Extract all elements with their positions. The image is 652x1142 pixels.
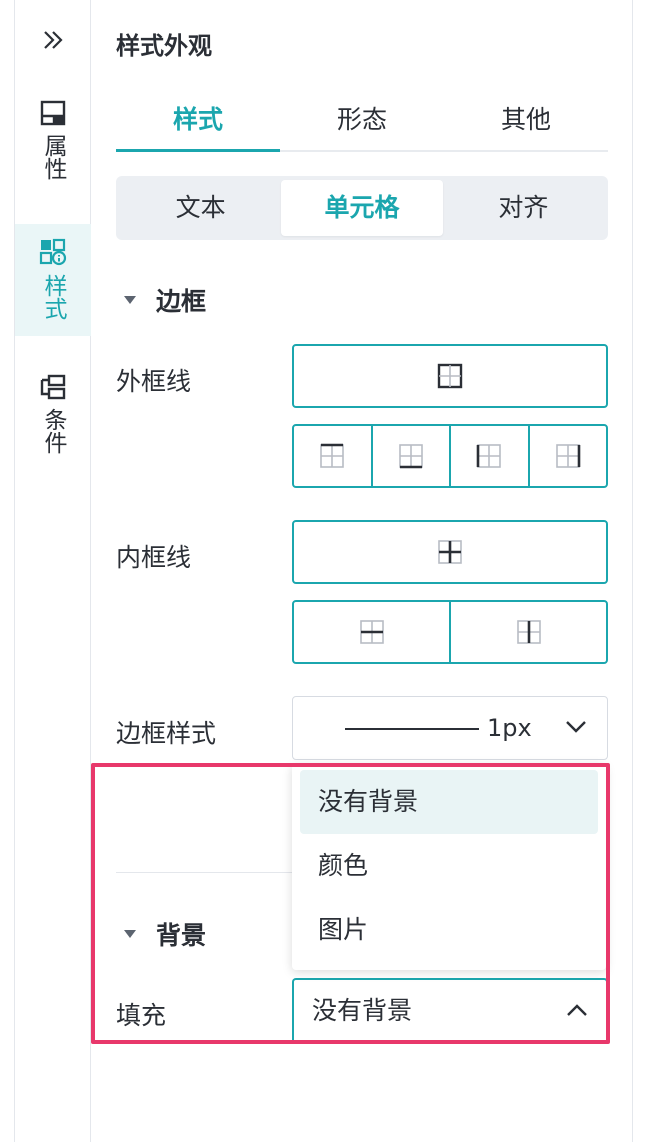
segment-text[interactable]: 文本 (120, 180, 281, 236)
caret-down-icon (124, 930, 136, 938)
border-top-icon (320, 443, 345, 468)
border-bottom-icon (398, 444, 423, 469)
inner-border-all-button[interactable] (292, 520, 608, 584)
fill-select[interactable]: 没有背景 (292, 978, 608, 1042)
panel-right-border (632, 0, 633, 1142)
rail-item-label: 属性 (40, 134, 66, 180)
inner-horizontal-button[interactable] (294, 602, 451, 662)
segment-cell[interactable]: 单元格 (281, 180, 443, 236)
dropdown-option-no-background[interactable]: 没有背景 (300, 770, 598, 834)
rail-item-properties[interactable]: 属性 (15, 100, 91, 200)
border-right-button[interactable] (530, 426, 607, 486)
dropdown-option-image[interactable]: 图片 (300, 898, 598, 962)
border-style-select[interactable]: 1px (292, 696, 608, 760)
inner-border-label: 内框线 (116, 543, 192, 572)
border-style-value: 1px (487, 714, 532, 742)
double-chevron-right-icon (44, 31, 63, 49)
border-left-button[interactable] (451, 426, 530, 486)
border-vertical-icon (516, 620, 541, 644)
panel-tabs: 样式 形态 其他 (116, 96, 608, 152)
fill-dropdown-menu: 没有背景 颜色 图片 (292, 764, 606, 970)
rail-item-condition[interactable]: 条件 (15, 374, 91, 474)
background-section-header[interactable]: 背景 (124, 916, 206, 952)
border-section-title: 边框 (156, 287, 207, 316)
fill-select-value: 没有背景 (312, 996, 413, 1025)
inner-border-direction-group (292, 600, 608, 664)
inner-vertical-button[interactable] (451, 602, 606, 662)
fill-label: 填充 (116, 1001, 167, 1030)
border-section-header[interactable]: 边框 (124, 282, 206, 318)
tab-shape[interactable]: 形态 (280, 96, 444, 150)
segment-control: 文本 单元格 对齐 (116, 176, 608, 240)
outer-border-side-group (292, 424, 608, 488)
caret-down-icon (124, 296, 136, 304)
chevron-up-icon (567, 1004, 587, 1016)
side-rail: 属性 样式 条件 (14, 0, 91, 1142)
border-bottom-button[interactable] (373, 426, 451, 486)
border-outer-icon (437, 363, 463, 389)
outer-border-label: 外框线 (116, 367, 192, 396)
expand-button[interactable] (15, 18, 91, 62)
chevron-down-icon (566, 721, 586, 733)
table-layout-icon (40, 100, 66, 126)
style-panel: 样式外观 样式 形态 其他 文本 单元格 对齐 边框 外框线 内框线 边框样式 … (92, 0, 632, 1142)
border-horizontal-icon (359, 620, 384, 644)
border-inner-icon (438, 540, 462, 564)
border-top-button[interactable] (294, 426, 373, 486)
section-divider (116, 872, 316, 873)
segment-align[interactable]: 对齐 (443, 180, 604, 236)
background-section-title: 背景 (156, 921, 207, 950)
condition-icon (40, 374, 66, 400)
tab-other[interactable]: 其他 (444, 96, 608, 150)
line-style-sample (345, 728, 479, 730)
rail-item-label: 样式 (40, 274, 66, 320)
rail-item-style[interactable]: 样式 (15, 224, 91, 336)
border-style-label: 边框样式 (116, 719, 217, 748)
tab-style[interactable]: 样式 (116, 96, 280, 152)
outer-border-all-button[interactable] (292, 344, 608, 408)
dropdown-option-color[interactable]: 颜色 (300, 834, 598, 898)
border-left-icon (476, 444, 502, 468)
panel-title: 样式外观 (116, 32, 212, 60)
rail-item-label: 条件 (40, 408, 66, 454)
border-right-icon (555, 444, 581, 468)
style-grid-icon (39, 238, 67, 266)
